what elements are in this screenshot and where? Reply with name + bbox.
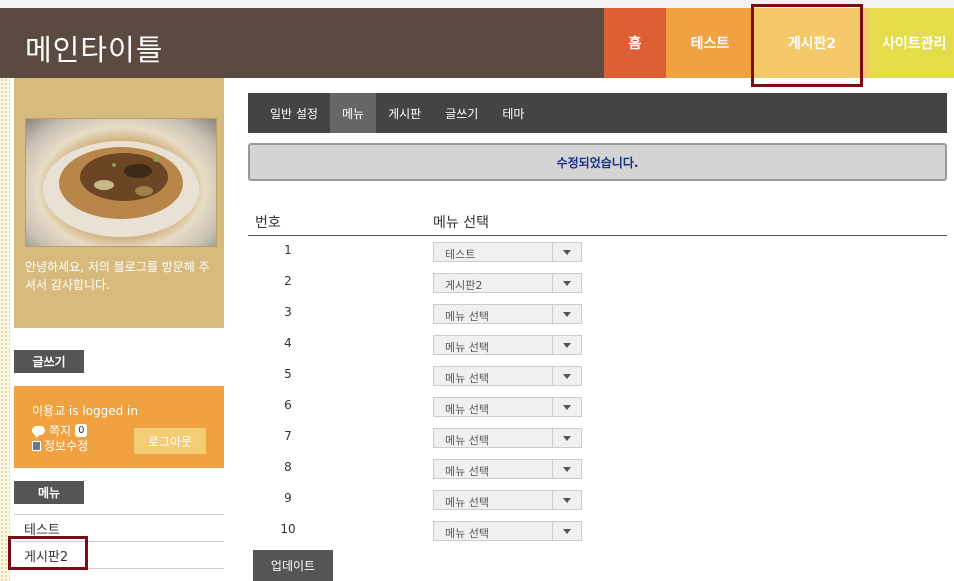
highlight-box-sidebar xyxy=(8,536,88,570)
menu-select-value: 메뉴 선택 xyxy=(445,527,489,540)
row-number: 7 xyxy=(284,429,292,443)
table-row: 10 메뉴 선택 xyxy=(248,515,947,546)
chevron-down-icon[interactable] xyxy=(552,491,581,509)
row-number: 9 xyxy=(284,491,292,505)
table-row: 6 메뉴 선택 xyxy=(248,391,947,422)
menu-select-value: 메뉴 선택 xyxy=(445,310,489,323)
chevron-down-icon[interactable] xyxy=(552,522,581,540)
chevron-down-icon[interactable] xyxy=(552,429,581,447)
menu-select-dropdown[interactable]: 게시판2 xyxy=(433,273,582,293)
tab-write[interactable]: 글쓰기 xyxy=(433,93,490,133)
nav-item-test[interactable]: 테스트 xyxy=(666,8,754,78)
menu-select-dropdown[interactable]: 메뉴 선택 xyxy=(433,490,582,510)
site-title[interactable]: 메인타이틀 xyxy=(25,27,163,69)
tab-board[interactable]: 게시판 xyxy=(376,93,433,133)
menu-select-value: 메뉴 선택 xyxy=(445,465,489,478)
menu-select-value: 메뉴 선택 xyxy=(445,372,489,385)
table-row: 3 메뉴 선택 xyxy=(248,298,947,329)
update-button[interactable]: 업데이트 xyxy=(253,550,333,581)
chevron-down-icon[interactable] xyxy=(552,398,581,416)
table-row: 5 메뉴 선택 xyxy=(248,360,947,391)
user-info-icon xyxy=(32,440,41,451)
message-count-badge: 0 xyxy=(75,424,88,437)
profile-banner: 안녕하세요, 저의 블로그를 방문해 주셔서 감사합니다. ~ xyxy=(14,78,224,328)
edit-info-link[interactable]: 정보수정 xyxy=(32,437,88,454)
tab-general-settings[interactable]: 일반 설정 xyxy=(258,93,330,133)
table-row: 1 테스트 xyxy=(248,236,947,267)
row-number: 10 xyxy=(280,522,296,536)
login-box: 이용교 is logged in 쪽지 0 정보수정 로그아웃 xyxy=(14,386,224,468)
menu-select-dropdown[interactable]: 메뉴 선택 xyxy=(433,335,582,355)
row-number: 2 xyxy=(284,274,292,288)
edit-info-label: 정보수정 xyxy=(44,439,89,453)
write-section-label: 글쓰기 xyxy=(14,350,84,373)
menu-select-dropdown[interactable]: 메뉴 선택 xyxy=(433,304,582,324)
row-number: 1 xyxy=(284,243,292,257)
row-number: 4 xyxy=(284,336,292,350)
save-notice: 수정되었습니다. xyxy=(248,143,947,181)
column-header-menu: 메뉴 선택 xyxy=(433,215,489,231)
speech-bubble-icon xyxy=(32,426,45,438)
left-pattern-edge xyxy=(0,78,10,581)
table-row: 2 게시판2 xyxy=(248,267,947,298)
menu-select-dropdown[interactable]: 메뉴 선택 xyxy=(433,428,582,448)
menu-select-dropdown[interactable]: 메뉴 선택 xyxy=(433,366,582,386)
highlight-box-nav xyxy=(751,4,863,87)
menu-select-dropdown[interactable]: 테스트 xyxy=(433,242,582,262)
menu-select-value: 메뉴 선택 xyxy=(445,341,489,354)
menu-select-value: 테스트 xyxy=(445,248,476,261)
menu-select-dropdown[interactable]: 메뉴 선택 xyxy=(433,459,582,479)
menu-table-body: 1 테스트 2 게시판2 3 메뉴 선택 4 메뉴 선택 5 메뉴 선택 6 메뉴 선택 7 메뉴 선택 8… xyxy=(248,236,947,546)
table-row: 9 메뉴 선택 xyxy=(248,484,947,515)
menu-select-dropdown[interactable]: 메뉴 선택 xyxy=(433,521,582,541)
row-number: 5 xyxy=(284,367,292,381)
table-row: 7 메뉴 선택 xyxy=(248,422,947,453)
tab-theme[interactable]: 테마 xyxy=(490,93,536,133)
nav-item-site-admin[interactable]: 사이트관리 xyxy=(870,8,954,78)
menu-select-value: 메뉴 선택 xyxy=(445,496,489,509)
menu-section-label: 메뉴 xyxy=(14,481,84,504)
table-row: 4 메뉴 선택 xyxy=(248,329,947,360)
chevron-down-icon[interactable] xyxy=(552,243,581,261)
nav-item-home[interactable]: 홈 xyxy=(604,8,666,78)
column-header-number: 번호 xyxy=(255,215,281,231)
chevron-down-icon[interactable] xyxy=(552,305,581,323)
chevron-down-icon[interactable] xyxy=(552,460,581,478)
logout-button[interactable]: 로그아웃 xyxy=(134,428,206,454)
chevron-down-icon[interactable] xyxy=(552,367,581,385)
menu-select-value: 게시판2 xyxy=(445,279,483,292)
row-number: 6 xyxy=(284,398,292,412)
chevron-down-icon[interactable] xyxy=(552,336,581,354)
admin-tabs: 일반 설정 메뉴 게시판 글쓰기 테마 xyxy=(248,93,947,133)
row-number: 8 xyxy=(284,460,292,474)
menu-select-value: 메뉴 선택 xyxy=(445,434,489,447)
profile-photo xyxy=(25,118,217,247)
row-number: 3 xyxy=(284,305,292,319)
logged-in-text: 이용교 is logged in xyxy=(32,404,138,418)
menu-select-value: 메뉴 선택 xyxy=(445,403,489,416)
menu-select-dropdown[interactable]: 메뉴 선택 xyxy=(433,397,582,417)
tab-menu[interactable]: 메뉴 xyxy=(329,93,377,133)
table-row: 8 메뉴 선택 xyxy=(248,453,947,484)
greeting-text: 안녕하세요, 저의 블로그를 방문해 주셔서 감사합니다. xyxy=(25,260,210,292)
chevron-down-icon[interactable] xyxy=(552,274,581,292)
